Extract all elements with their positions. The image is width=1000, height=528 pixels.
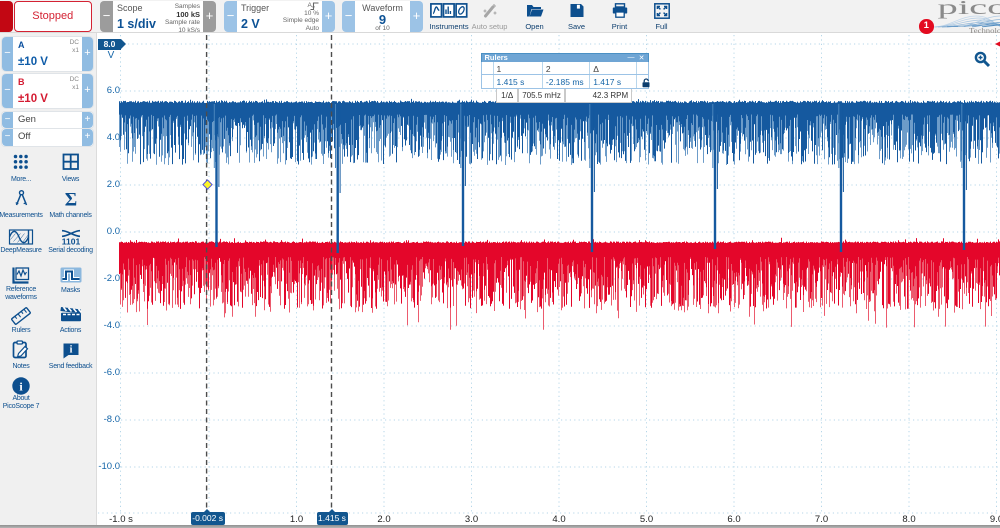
svg-text:Technology: Technology [969,26,1000,35]
svg-text:1101: 1101 [61,237,80,246]
svg-text:pico: pico [938,0,1000,19]
svg-text:Σ: Σ [64,189,76,208]
svg-text:i: i [69,345,72,356]
